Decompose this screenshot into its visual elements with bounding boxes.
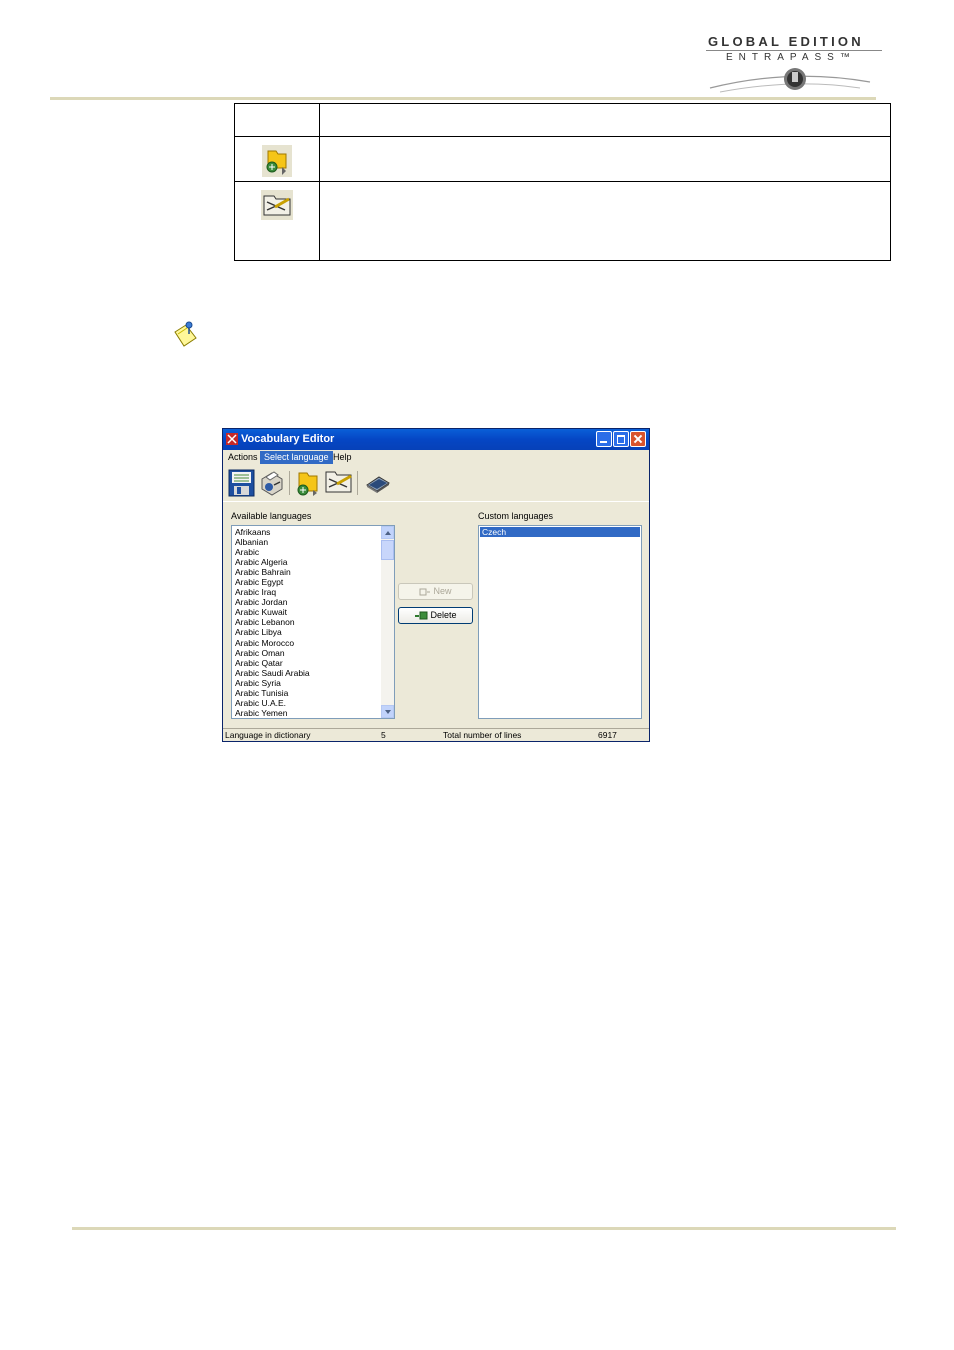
language-list-item[interactable]: Arabic Oman [233,648,310,658]
language-list-item[interactable]: Arabic Libya [233,627,310,637]
menu-select-language[interactable]: Select language [260,451,333,464]
entrapass-logo: GLOBAL EDITION ENTRAPASS™ [700,30,890,100]
status-lines-label: Total number of lines [443,730,522,740]
language-list-item[interactable]: Albanian [233,537,310,547]
table-cell-icon [234,136,320,182]
delete-language-icon [415,611,428,620]
language-list-item[interactable]: Arabic Lebanon [233,617,310,627]
logo-line1: GLOBAL EDITION [708,34,864,49]
language-list-item[interactable]: Arabic Jordan [233,597,310,607]
table-cell-description [319,136,891,182]
title-bar[interactable]: Vocabulary Editor [223,429,649,450]
language-list-item[interactable]: Afrikaans [233,527,310,537]
status-lines-count: 6917 [598,730,617,740]
print-icon[interactable] [258,469,286,497]
minimize-button[interactable] [596,431,612,447]
window-title: Vocabulary Editor [241,433,335,445]
language-list-item[interactable]: Arabic Qatar [233,658,310,668]
table-cell-icon [234,181,320,261]
available-languages-list[interactable]: Afrikaans Albanian Arabic Arabic Algeria Ara… [231,525,395,719]
language-list-item[interactable]: Arabic U.A.E. [233,698,310,708]
laptop-icon[interactable] [363,469,393,497]
language-list-item[interactable]: Arabic Algeria [233,557,310,567]
toolbar-separator [289,471,290,495]
edit-language-icon [261,190,293,220]
new-button[interactable]: New [398,583,473,600]
language-list-item[interactable]: Arabic Egypt [233,577,310,587]
language-list-item[interactable]: Arabic Bahrain [233,567,310,577]
status-language-count: 5 [381,730,386,740]
maximize-button[interactable] [613,431,629,447]
delete-button-label: Delete [430,610,457,620]
table-row [234,181,891,261]
note-icon [174,321,197,347]
toolbar [223,465,649,502]
language-list-item[interactable]: Arabic Kuwait [233,607,310,617]
logo-swoosh-icon [709,68,871,93]
language-list-item[interactable]: Arabic Iraq [233,587,310,597]
delete-button[interactable]: Delete [398,607,473,624]
vocabulary-editor-window: Vocabulary Editor Actions Select languag… [222,428,650,742]
table-cell-description [319,103,891,137]
custom-language-item[interactable]: Czech [480,527,640,537]
language-list-item[interactable]: Arabic Saudi Arabia [233,668,310,678]
language-list-item[interactable]: Arabic [233,547,310,557]
scroll-thumb[interactable] [381,540,394,560]
header-rule [50,97,876,100]
menu-help[interactable]: Help [329,451,356,464]
close-button[interactable] [630,431,646,447]
table-row [234,136,891,182]
app-icon [226,433,238,445]
toolbar-separator [357,471,358,495]
language-list-item[interactable]: Arabic Yemen [233,708,310,718]
select-language-icon[interactable] [294,469,322,497]
new-language-icon [419,588,431,596]
logo-rule [706,50,882,51]
logo-line2: ENTRAPASS™ [726,52,856,63]
scroll-up-button[interactable] [381,526,394,539]
language-list-item[interactable]: Arabic Morocco [233,638,310,648]
select-language-icon [262,145,292,177]
table-cell-icon [234,103,320,137]
table-cell-description [319,181,891,261]
icon-table [234,103,891,261]
menu-actions[interactable]: Actions [224,451,262,464]
save-icon[interactable] [228,469,255,497]
available-languages-items: Afrikaans Albanian Arabic Arabic Algeria Ara… [233,527,310,718]
footer-rule [72,1227,896,1230]
edit-language-icon[interactable] [325,469,353,495]
status-bar: Language in dictionary 5 Total number of… [223,728,649,742]
scroll-down-button[interactable] [381,705,394,718]
new-button-label: New [433,586,452,596]
available-languages-scrollbar[interactable] [381,526,394,718]
table-row [234,103,891,137]
status-language-label: Language in dictionary [225,730,311,740]
language-list-item[interactable]: Arabic Syria [233,678,310,688]
language-list-item[interactable]: Arabic Tunisia [233,688,310,698]
custom-languages-list[interactable]: Czech [478,525,642,719]
custom-languages-label: Custom languages [478,511,554,521]
menu-bar: Actions Select language Help [223,450,649,465]
available-languages-label: Available languages [231,511,312,521]
